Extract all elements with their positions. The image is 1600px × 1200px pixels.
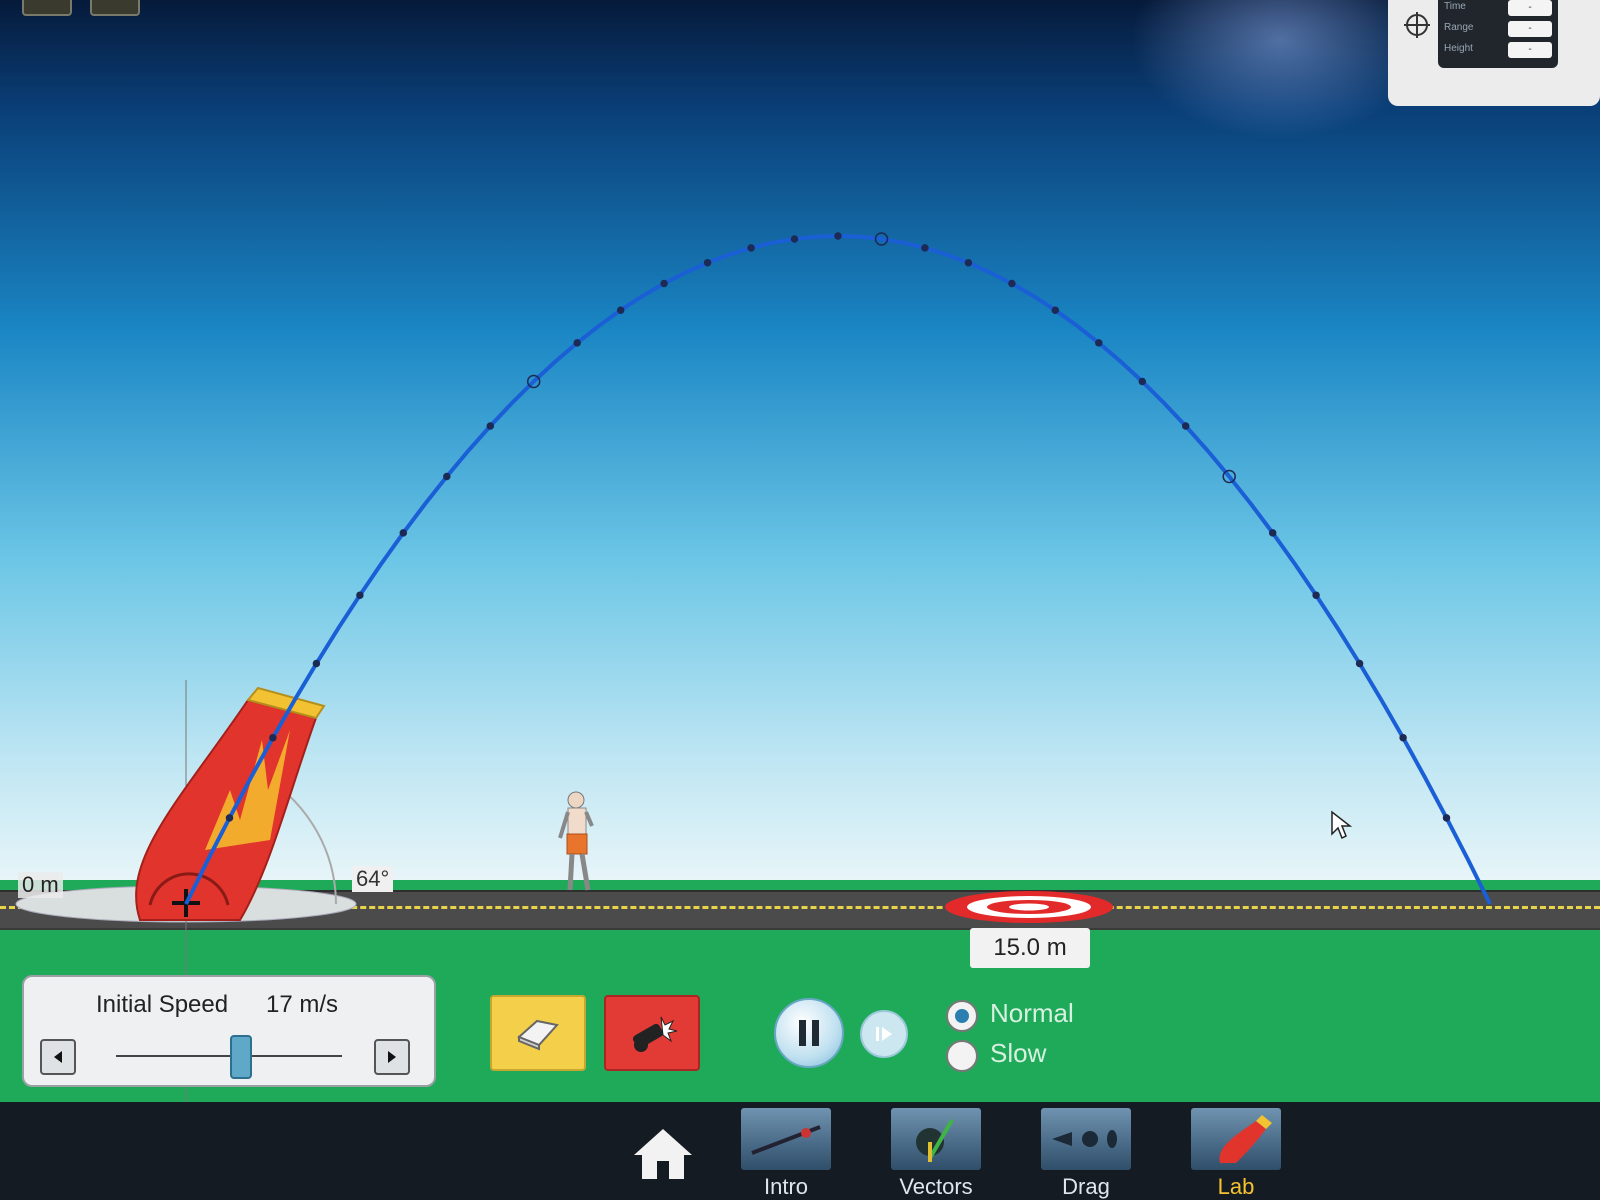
trajectory-point: [1399, 733, 1407, 742]
nav-tab-drag[interactable]: Drag: [1040, 1108, 1132, 1200]
nav-label-lab: Lab: [1217, 1174, 1255, 1199]
trajectory-point: [834, 232, 842, 240]
trajectory-point: [486, 422, 495, 430]
radio-slow[interactable]: [946, 1040, 978, 1072]
trajectory-point: [660, 279, 668, 288]
speed-increase-button[interactable]: [374, 1039, 410, 1075]
origin-distance-label: 0 m: [18, 872, 63, 898]
target-icon[interactable]: [944, 890, 1114, 924]
trajectory-point: [1051, 306, 1060, 314]
trajectory-point: [703, 258, 712, 267]
drag-thumbnail-icon: [1041, 1108, 1131, 1170]
cannon-fire-icon: [632, 1016, 678, 1052]
trajectory-point: [1268, 529, 1277, 537]
trajectory-point: [269, 733, 277, 742]
trajectory-point: [1138, 377, 1147, 386]
cannon-angle-label[interactable]: 64°: [352, 866, 394, 892]
step-forward-icon: [876, 1027, 892, 1041]
trajectory-point: [443, 472, 451, 481]
arrow-left-icon: [54, 1051, 62, 1063]
trajectory-point: [1442, 814, 1451, 822]
simulation-scene[interactable]: Time - Range - Height - 0 m 64° 15.0 m I…: [0, 0, 1600, 1200]
step-forward-button[interactable]: [860, 1010, 908, 1058]
trajectory-point: [356, 591, 364, 599]
nav-label-intro: Intro: [763, 1174, 809, 1199]
radio-label-slow: Slow: [990, 1038, 1047, 1068]
trajectory-point: [1095, 339, 1103, 347]
person-figure: [558, 791, 594, 891]
pause-icon: [799, 1020, 819, 1046]
trajectory-point: [964, 258, 973, 267]
vectors-thumbnail-icon: [891, 1108, 981, 1170]
speed-mode-normal[interactable]: Normal: [946, 998, 1106, 1034]
initial-speed-panel: Initial Speed 17 m/s: [22, 975, 436, 1087]
nav-tab-vectors[interactable]: Vectors: [890, 1108, 982, 1200]
speed-slider-thumb[interactable]: [230, 1035, 252, 1079]
nav-label-vectors: Vectors: [899, 1174, 973, 1199]
trajectory-point: [616, 306, 625, 314]
nav-tab-lab[interactable]: Lab: [1190, 1108, 1282, 1200]
speed-mode-slow[interactable]: Slow: [946, 1038, 1106, 1074]
trajectory-point: [790, 235, 799, 243]
trajectory-point: [1355, 659, 1364, 668]
trajectory-point: [225, 814, 234, 822]
radio-normal[interactable]: [946, 1000, 978, 1032]
radio-label-normal: Normal: [990, 998, 1074, 1028]
cannon[interactable]: [135, 686, 326, 921]
intro-thumbnail-icon: [741, 1108, 831, 1170]
nav-tab-intro[interactable]: Intro: [740, 1108, 832, 1200]
nav-label-drag: Drag: [1062, 1174, 1110, 1199]
trajectory-point: [921, 244, 929, 252]
eraser-icon: [517, 1019, 559, 1051]
target-distance-label[interactable]: 15.0 m: [970, 928, 1090, 968]
trajectory-point: [747, 244, 755, 252]
mouse-cursor-icon: [1331, 810, 1352, 840]
speed-slider-track[interactable]: [116, 1055, 342, 1057]
fire-button[interactable]: [604, 995, 700, 1071]
lab-thumbnail-icon: [1191, 1108, 1281, 1170]
initial-speed-value: 17 m/s: [266, 991, 339, 1018]
trajectory-point: [1181, 422, 1190, 430]
speed-decrease-button[interactable]: [40, 1039, 76, 1075]
trajectory-curve: [184, 233, 1492, 905]
pause-button[interactable]: [774, 998, 844, 1068]
home-icon[interactable]: [630, 1125, 696, 1183]
trajectory-point: [399, 529, 408, 537]
arrow-right-icon: [388, 1051, 396, 1063]
erase-button[interactable]: [490, 995, 586, 1071]
trajectory-point: [1008, 279, 1016, 288]
trajectory-point: [312, 659, 321, 668]
trajectory-point: [573, 339, 581, 347]
initial-speed-title: Initial Speed: [96, 991, 229, 1018]
trajectory-point: [1312, 591, 1320, 599]
